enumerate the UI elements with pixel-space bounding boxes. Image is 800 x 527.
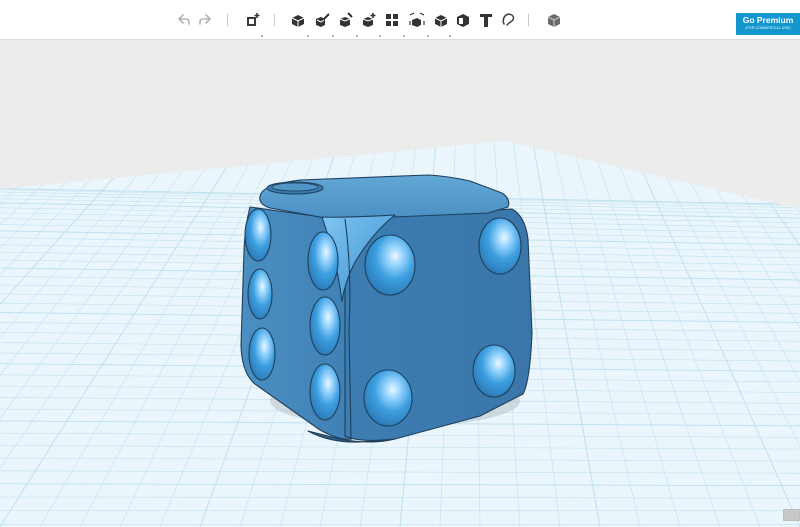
toolbar-divider [274, 14, 275, 26]
snap-icon[interactable] [433, 12, 449, 28]
redo-icon[interactable] [197, 12, 213, 28]
3d-viewport[interactable] [0, 41, 800, 527]
dropdown-indicator [261, 35, 263, 37]
combine-icon[interactable] [361, 12, 377, 28]
view-cube-widget[interactable] [783, 509, 800, 521]
dropdown-indicator [379, 35, 381, 37]
measure-icon[interactable] [455, 12, 471, 28]
app-window: Go Premium (FOR COMMERCIAL USE) [0, 0, 800, 527]
sketch-icon[interactable] [290, 12, 306, 28]
grouping-icon[interactable] [409, 12, 425, 28]
toolbar-divider [227, 14, 228, 26]
toolbar-divider [528, 14, 529, 26]
pattern-icon[interactable] [384, 12, 400, 28]
import-primitive-icon[interactable] [245, 12, 261, 28]
go-premium-button[interactable]: Go Premium (FOR COMMERCIAL USE) [736, 13, 800, 35]
go-premium-sublabel: (FOR COMMERCIAL USE) [745, 26, 791, 30]
material-icon[interactable] [546, 12, 562, 28]
dropdown-indicator [307, 35, 309, 37]
modify-icon[interactable] [338, 12, 354, 28]
undo-icon[interactable] [176, 12, 192, 28]
text-icon[interactable] [478, 12, 494, 28]
dropdown-indicator [427, 35, 429, 37]
dropdown-indicator [356, 35, 358, 37]
construct-icon[interactable] [314, 12, 330, 28]
dropdown-indicator [332, 35, 334, 37]
support-icon[interactable] [500, 12, 516, 28]
go-premium-label: Go Premium [742, 15, 794, 25]
dice-model[interactable] [240, 174, 533, 443]
main-toolbar: Go Premium (FOR COMMERCIAL USE) [0, 0, 800, 40]
dropdown-indicator [403, 35, 405, 37]
dropdown-indicator [449, 35, 451, 37]
